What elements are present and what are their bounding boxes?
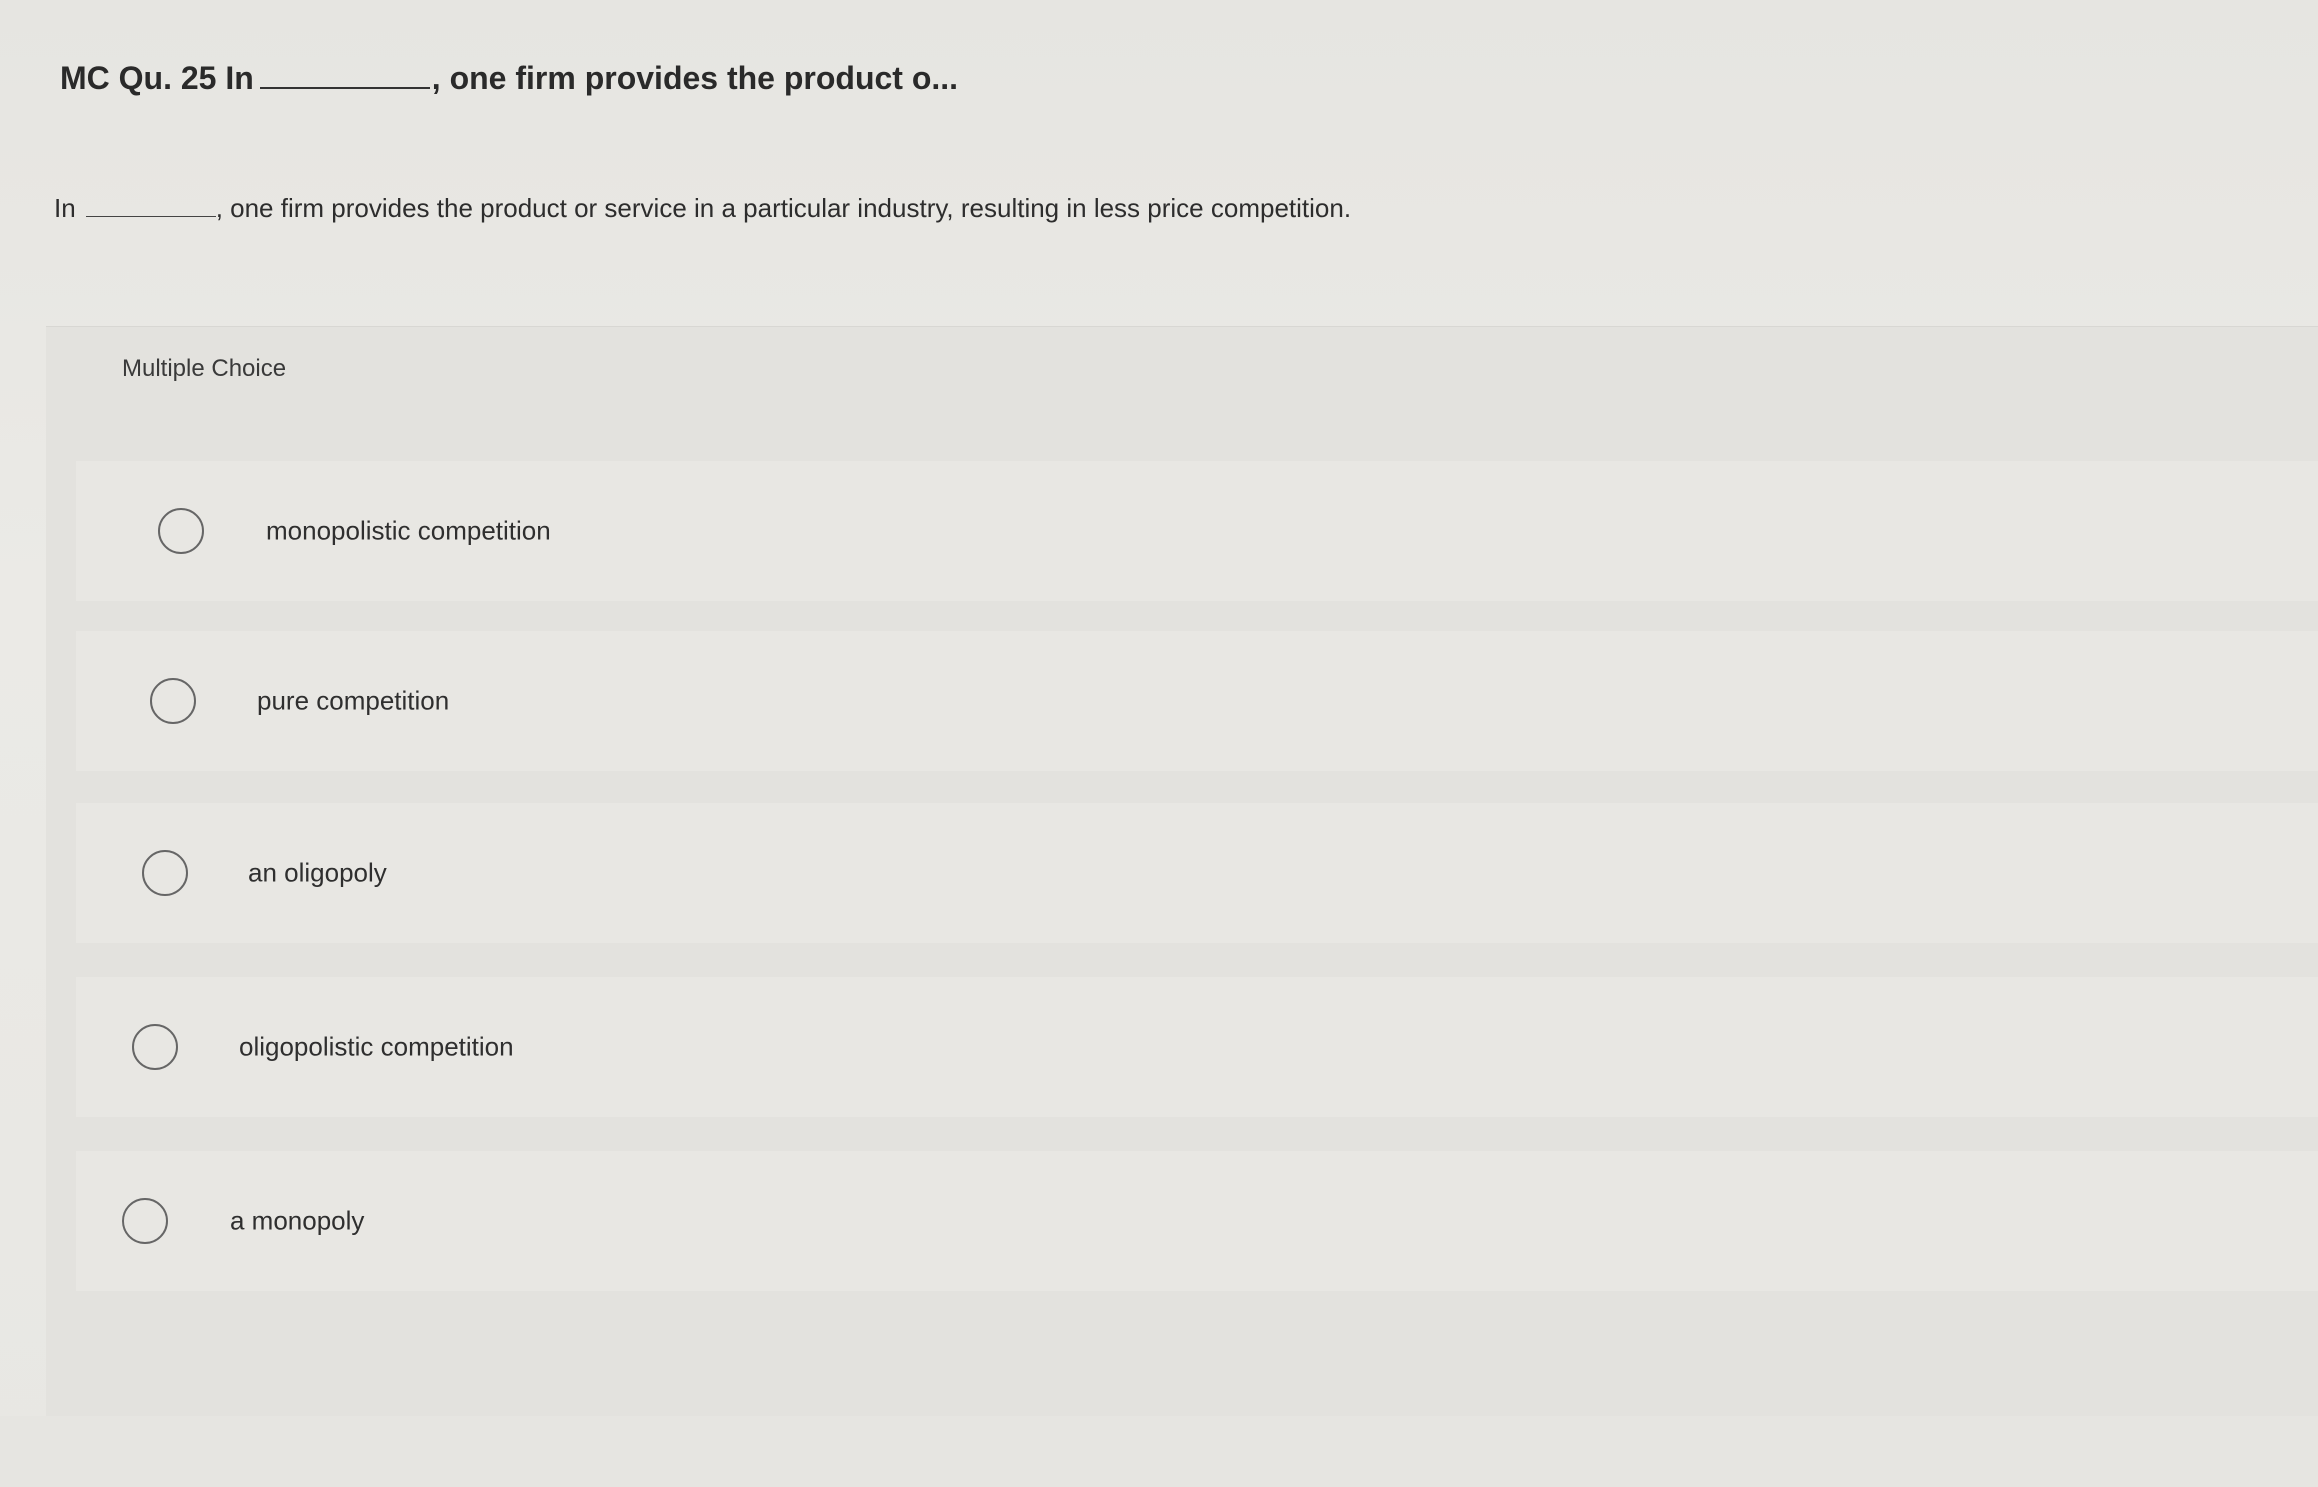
question-title-prefix: MC Qu. 25 In <box>60 60 254 96</box>
question-prompt-prefix: In <box>54 193 76 223</box>
answer-option[interactable]: an oligopoly <box>76 803 2318 943</box>
answer-option-label: a monopoly <box>230 1205 365 1236</box>
question-title-suffix: , one firm provides the product o... <box>431 60 959 96</box>
answer-option-label: monopolistic competition <box>266 515 551 546</box>
answer-option[interactable]: a monopoly <box>76 1151 2318 1291</box>
radio-button-icon[interactable] <box>132 1024 178 1070</box>
prompt-blank <box>85 216 216 217</box>
radio-button-icon[interactable] <box>122 1198 168 1244</box>
answer-option-label: oligopolistic competition <box>239 1031 514 1062</box>
answer-option[interactable]: monopolistic competition <box>76 461 2318 601</box>
answer-option[interactable]: oligopolistic competition <box>76 977 2318 1117</box>
question-prompt-suffix: , one firm provides the product or servi… <box>215 193 1352 223</box>
multiple-choice-label: Multiple Choice <box>122 355 287 382</box>
answer-option[interactable]: pure competition <box>76 631 2318 771</box>
radio-button-icon[interactable] <box>150 678 196 724</box>
answer-option-label: an oligopoly <box>248 857 387 888</box>
title-blank <box>259 87 430 89</box>
quiz-page: MC Qu. 25 In , one firm provides the prod… <box>0 0 2318 1487</box>
page-bottom <box>0 1416 2318 1487</box>
answer-option-label: pure competition <box>257 685 450 716</box>
question-title: MC Qu. 25 In , one firm provides the prod… <box>60 60 958 97</box>
radio-button-icon[interactable] <box>158 508 204 554</box>
radio-button-icon[interactable] <box>142 850 188 896</box>
multiple-choice-panel: Multiple Choice monopolistic competition… <box>46 326 2318 1417</box>
question-prompt: In , one firm provides the product or ser… <box>54 193 1351 224</box>
